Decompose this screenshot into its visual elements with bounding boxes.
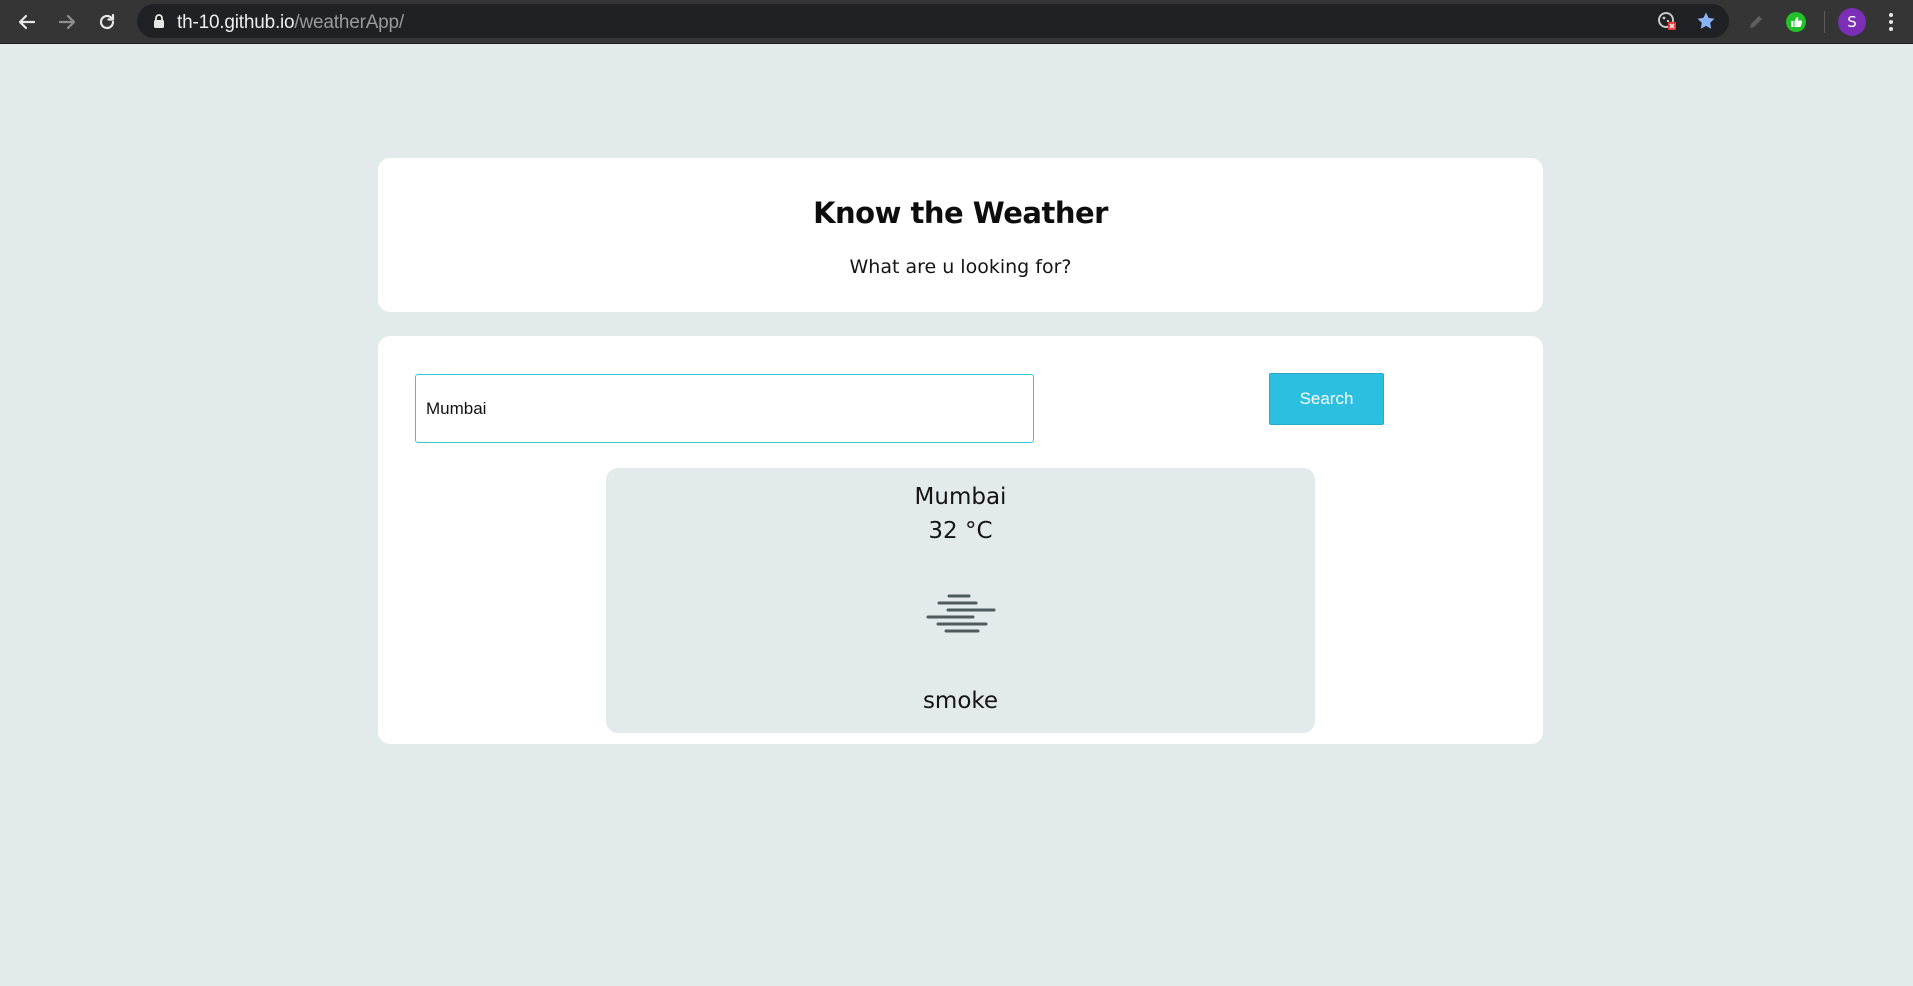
header-card: Know the Weather What are u looking for? [378,158,1543,312]
bookmark-star-icon [1697,12,1715,29]
cookie-blocked-icon [1658,12,1676,30]
browser-menu-button[interactable] [1877,8,1905,36]
thumbs-up-extension-icon [1786,12,1806,32]
page-subtitle: What are u looking for? [849,256,1072,278]
pencil-extension-button[interactable] [1742,8,1770,36]
url-path: /weatherApp/ [294,12,404,33]
url-host: th-10.github.io [177,12,295,33]
weather-temperature: 32 °C [928,518,993,544]
search-card: Search Mumbai 32 °C smoke [378,336,1543,744]
weather-city: Mumbai [914,484,1007,510]
back-button[interactable] [12,8,42,36]
profile-avatar[interactable]: S [1838,8,1866,36]
thumbs-up-extension-button[interactable] [1782,8,1810,36]
page-title: Know the Weather [813,196,1108,230]
city-search-input[interactable] [415,374,1034,443]
back-arrow-icon [18,14,36,30]
menu-kebab-icon [1889,13,1893,31]
reload-button[interactable] [92,8,122,36]
smoke-haze-icon [926,594,996,633]
weather-description: smoke [922,688,999,714]
address-bar[interactable]: th-10.github.io/weatherApp/ [137,4,1729,38]
forward-arrow-icon [58,14,76,30]
browser-toolbar: th-10.github.io/weatherApp/ S [0,0,1913,44]
forward-button[interactable] [52,8,82,36]
reload-icon [99,13,115,30]
search-button[interactable]: Search [1269,373,1384,425]
url-text: th-10.github.io/weatherApp/ [177,12,404,34]
toolbar-separator [1824,11,1825,33]
pencil-extension-icon [1750,16,1762,28]
lock-icon [154,14,164,28]
weather-result-panel: Mumbai 32 °C smoke [606,468,1315,733]
bookmark-button[interactable] [1692,7,1720,35]
cookie-blocked-button[interactable] [1653,7,1681,35]
